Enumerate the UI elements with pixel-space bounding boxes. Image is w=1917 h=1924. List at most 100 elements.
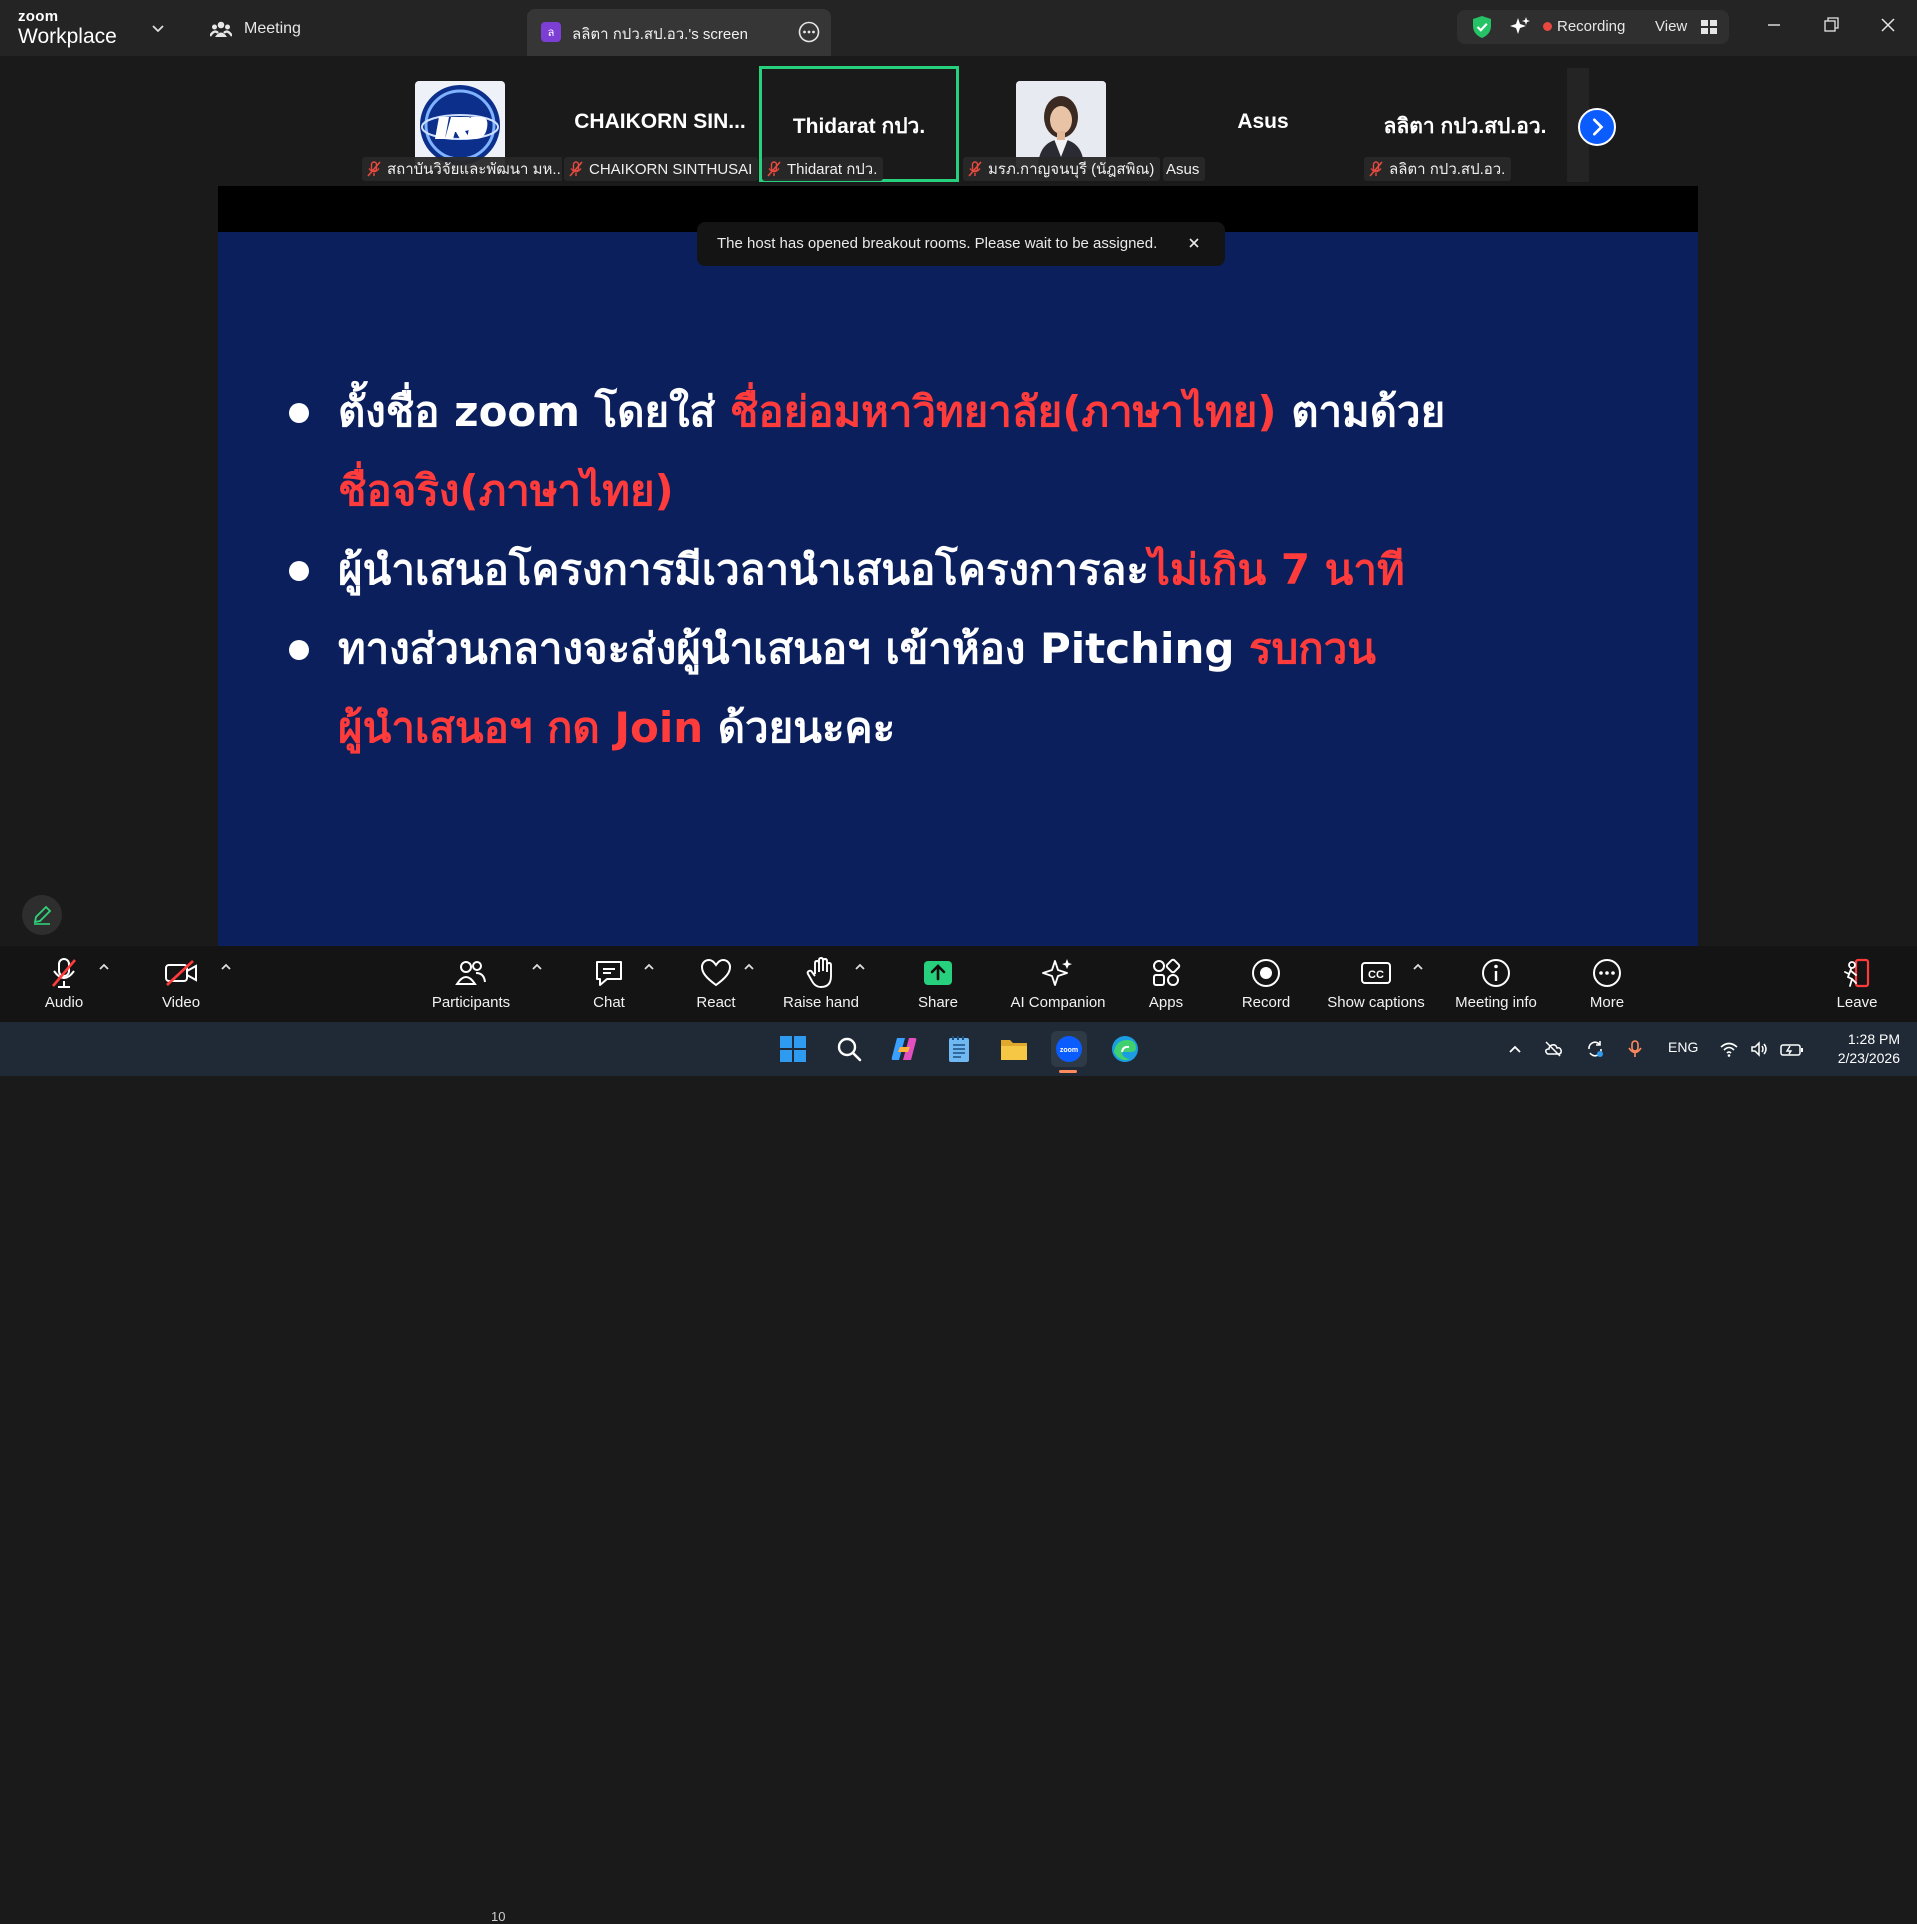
- zoom-icon[interactable]: zoom: [1051, 1031, 1087, 1067]
- participant-tile[interactable]: มรภ.กาญจนบุรี (นัฎสพิณ): [961, 66, 1161, 182]
- close-icon[interactable]: [1877, 14, 1899, 36]
- share-label: Share: [917, 994, 959, 1011]
- chevron-down-icon[interactable]: [150, 20, 166, 36]
- file-explorer-icon[interactable]: [996, 1031, 1032, 1067]
- volume-icon[interactable]: [1749, 1039, 1769, 1059]
- sync-icon[interactable]: [1585, 1039, 1605, 1059]
- cloud-off-icon[interactable]: [1543, 1039, 1563, 1059]
- participant-tile[interactable]: CHAIKORN SIN... CHAIKORN SINTHUSAI: [562, 66, 759, 182]
- captions-options-caret-icon[interactable]: [1411, 960, 1425, 974]
- breakout-notification: The host has opened breakout rooms. Plea…: [697, 222, 1225, 266]
- view-button[interactable]: View: [1655, 18, 1687, 35]
- notepad-icon[interactable]: [941, 1031, 977, 1067]
- wifi-icon[interactable]: [1719, 1039, 1739, 1059]
- participant-tile[interactable]: Asus Asus: [1163, 66, 1363, 182]
- more-label: More: [1589, 994, 1625, 1011]
- apps-button[interactable]: Apps: [1146, 946, 1186, 1022]
- participants-options-caret-icon[interactable]: [530, 960, 544, 974]
- mic-muted-icon: [767, 161, 781, 177]
- react-options-caret-icon[interactable]: [742, 960, 756, 974]
- slide-text-highlight: ชื่อจริง(ภาษาไทย): [338, 466, 674, 515]
- show-captions-button[interactable]: CC Show captions: [1326, 946, 1426, 1022]
- grid-view-icon[interactable]: [1701, 20, 1717, 34]
- participant-photo: [1016, 81, 1106, 169]
- chat-icon: [596, 961, 622, 986]
- app-logo: zoom Workplace: [18, 9, 117, 47]
- record-label: Record: [1241, 994, 1291, 1011]
- record-icon: [1252, 959, 1280, 987]
- clock-time: 1:28 PM: [1847, 1031, 1900, 1047]
- participant-tile-active[interactable]: Thidarat กปว. Thidarat กปว.: [759, 66, 959, 182]
- leave-button[interactable]: Leave: [1834, 946, 1880, 1022]
- encryption-shield-icon[interactable]: [1471, 15, 1493, 39]
- chat-button[interactable]: Chat: [584, 946, 634, 1022]
- edge-icon[interactable]: [1107, 1031, 1143, 1067]
- raise-hand-options-caret-icon[interactable]: [853, 960, 867, 974]
- slide-text: ตั้งชื่อ zoom โดยใส่ ชื่อย่อมหาวิทยาลัย(…: [282, 372, 1642, 767]
- meeting-info-button[interactable]: Meeting info: [1451, 946, 1541, 1022]
- apps-icon: [1153, 958, 1181, 986]
- participant-display-name: Thidarat กปว.: [792, 115, 926, 138]
- sharer-avatar: ล: [541, 22, 561, 42]
- meeting-info-label: Meeting info: [1455, 994, 1537, 1011]
- participant-name-tag: Thidarat กปว.: [762, 157, 884, 181]
- minimize-icon[interactable]: [1763, 14, 1785, 36]
- video-options-caret-icon[interactable]: [219, 960, 233, 974]
- video-label: Video: [161, 994, 201, 1011]
- mic-muted-icon: [52, 958, 76, 988]
- participant-tile[interactable]: สถาบันวิจัยและพัฒนา มห...: [360, 66, 571, 182]
- raise-hand-button[interactable]: Raise hand: [782, 946, 860, 1022]
- heart-icon: [700, 958, 732, 987]
- raise-hand-label: Raise hand: [783, 994, 859, 1011]
- participant-name-tag: CHAIKORN SINTHUSAI: [564, 157, 759, 181]
- search-icon[interactable]: [831, 1031, 867, 1067]
- slide-text-highlight: ผู้นำเสนอฯ กด Join: [338, 703, 704, 752]
- slide-bullet: ผู้นำเสนอโครงการมีเวลานำเสนอโครงการละไม่…: [282, 530, 1642, 609]
- participants-button[interactable]: Participants: [425, 946, 517, 1022]
- close-icon[interactable]: [1186, 235, 1202, 251]
- institute-logo: [415, 81, 505, 169]
- video-button[interactable]: Video: [150, 946, 212, 1022]
- record-button[interactable]: Record: [1240, 946, 1292, 1022]
- participant-name-tag: Asus: [1163, 157, 1206, 181]
- show-hidden-icons-chevron-icon[interactable]: [1505, 1039, 1525, 1059]
- audio-options-caret-icon[interactable]: [97, 960, 111, 974]
- participant-strip: สถาบันวิจัยและพัฒนา มห... CHAIKORN SIN..…: [360, 66, 1590, 184]
- participants-icon: [455, 961, 486, 985]
- participant-name: Asus: [1166, 160, 1200, 178]
- participant-name: สถาบันวิจัยและพัฒนา มห...: [387, 161, 565, 178]
- copilot-icon[interactable]: [886, 1031, 922, 1067]
- bullet-dot: [289, 561, 309, 581]
- annotate-button[interactable]: [22, 895, 62, 935]
- share-screen-icon: [924, 961, 952, 985]
- ai-sparkle-icon[interactable]: [1509, 16, 1531, 38]
- more-button[interactable]: More: [1586, 946, 1628, 1022]
- more-options-icon[interactable]: [798, 21, 820, 43]
- recording-label[interactable]: Recording: [1557, 18, 1625, 35]
- slide-text-highlight: รบกวน: [1249, 624, 1376, 673]
- share-button[interactable]: Share: [910, 946, 966, 1022]
- participant-name-tag: มรภ.กาญจนบุรี (นัฎสพิณ): [963, 157, 1161, 181]
- restore-icon[interactable]: [1820, 14, 1842, 36]
- leave-label: Leave: [1836, 994, 1878, 1011]
- ai-companion-icon: [1042, 959, 1072, 986]
- participant-name: มรภ.กาญจนบุรี (นัฎสพิณ): [988, 161, 1155, 178]
- react-button[interactable]: React: [690, 946, 742, 1022]
- ai-companion-button[interactable]: AI Companion: [1004, 946, 1112, 1022]
- participants-group-icon: [210, 21, 232, 37]
- start-icon[interactable]: [775, 1031, 811, 1067]
- bullet-dot: [289, 640, 309, 660]
- meeting-tab[interactable]: Meeting: [210, 16, 301, 42]
- battery-icon[interactable]: [1779, 1039, 1805, 1059]
- next-page-arrow-icon[interactable]: [1578, 108, 1616, 146]
- shared-screen-tab[interactable]: ล ลลิตา กปว.สป.อว.'s screen: [527, 9, 831, 56]
- breakout-notification-text: The host has opened breakout rooms. Plea…: [717, 235, 1158, 252]
- mic-muted-icon: [1369, 161, 1383, 177]
- system-clock[interactable]: 1:28 PM 2/23/2026: [1820, 1030, 1900, 1068]
- participant-tile[interactable]: ลลิตา กปว.สป.อว. ลลิตา กปว.สป.อว.: [1364, 66, 1565, 182]
- slide-bullet: ทางส่วนกลางจะส่งผู้นำเสนอฯ เข้าห้อง Pitc…: [282, 609, 1642, 688]
- audio-button[interactable]: Audio: [34, 946, 94, 1022]
- chat-options-caret-icon[interactable]: [642, 960, 656, 974]
- microphone-icon[interactable]: [1625, 1039, 1645, 1059]
- input-language[interactable]: ENG: [1668, 1039, 1698, 1055]
